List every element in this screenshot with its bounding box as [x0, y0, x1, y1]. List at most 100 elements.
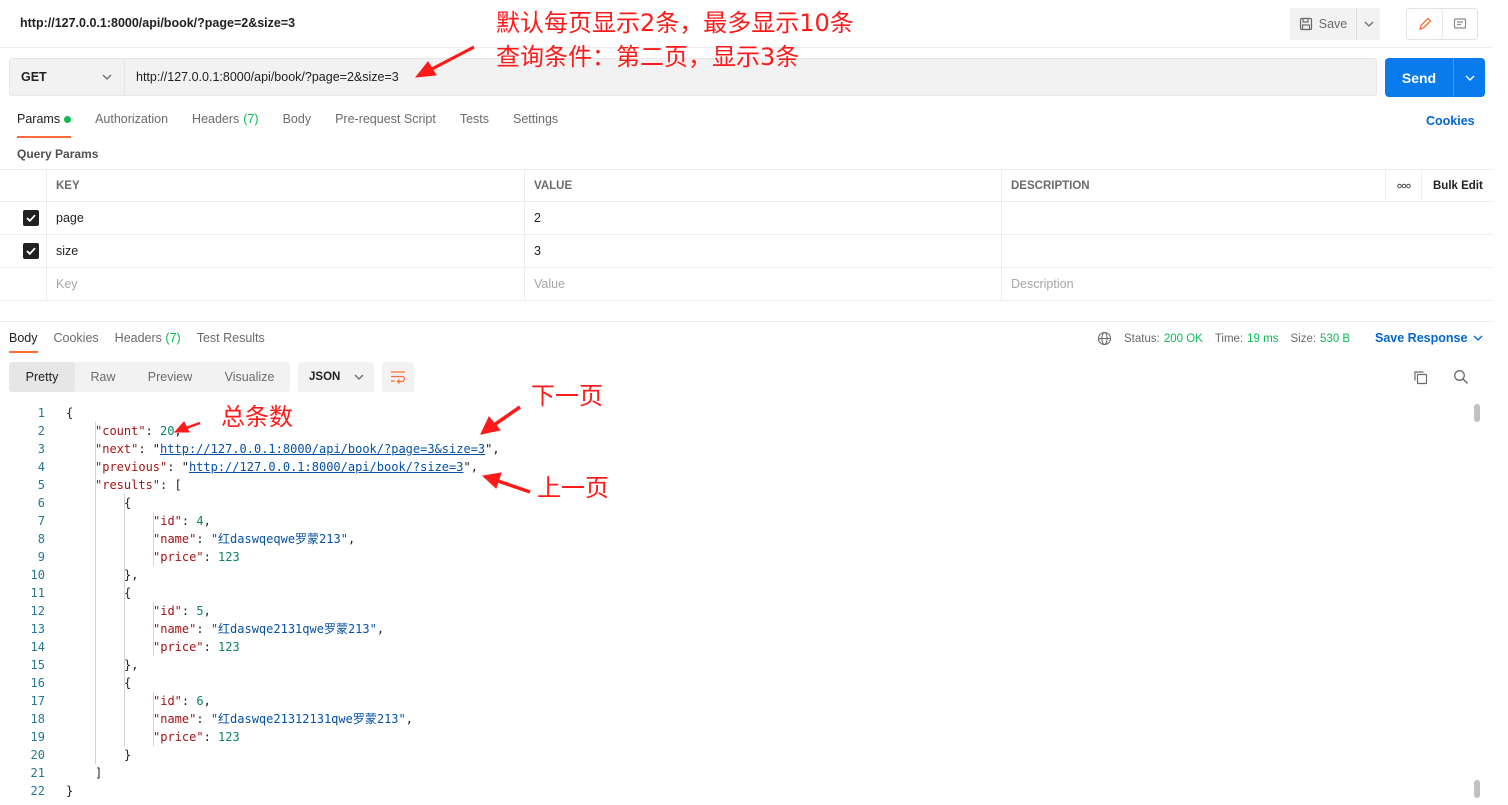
wrap-lines-button[interactable] [382, 362, 414, 392]
comment-icon [1453, 18, 1466, 29]
view-mode-toggle [1406, 8, 1478, 40]
response-tabs: Body Cookies Headers (7) Test Results [9, 331, 281, 353]
save-response-button[interactable]: Save Response [1375, 331, 1483, 345]
code-text: { [124, 586, 132, 600]
request-tabs: Params Authorization Headers (7) Body Pre… [17, 112, 582, 138]
method-select[interactable]: GET [9, 58, 125, 96]
code-text: "name": "红daswqeqwe罗蒙213", [153, 532, 356, 546]
param-description-cell[interactable] [1001, 202, 1385, 234]
new-key-input[interactable]: Key [46, 268, 524, 300]
row-checkbox-cell [0, 268, 46, 300]
param-key-cell[interactable]: size [46, 235, 524, 267]
chevron-down-icon [354, 374, 364, 380]
url-text: http://127.0.0.1:8000/api/book/?page=2&s… [136, 70, 399, 84]
new-value-input[interactable]: Value [524, 268, 1001, 300]
search-icon[interactable] [1453, 369, 1469, 390]
scrollbar-thumb-top[interactable] [1474, 404, 1480, 422]
format-select[interactable]: JSON [298, 362, 374, 392]
indent-guide [153, 602, 154, 656]
save-options-button[interactable] [1356, 8, 1380, 40]
response-status-bar: Status: 200 OK Time: 19 ms Size: 530 B [1097, 331, 1358, 346]
table-row: page 2 [0, 202, 1493, 235]
param-value-cell[interactable]: 3 [524, 235, 1001, 267]
query-params-title: Query Params [17, 147, 99, 161]
annotation-query-condition: 查询条件：第二页，显示3条 [496, 43, 800, 71]
line-number: 11 [30, 586, 45, 600]
response-scrollbar[interactable] [1474, 404, 1481, 804]
annotation-total-count: 总条数 [221, 403, 293, 431]
pane-divider[interactable] [0, 321, 1493, 322]
request-title[interactable]: http://127.0.0.1:8000/api/book/?page=2&s… [20, 16, 295, 30]
header-checkbox-cell [0, 170, 46, 202]
column-header-value: VALUE [524, 170, 1001, 202]
indent-guide [95, 422, 96, 764]
method-label: GET [21, 70, 47, 84]
send-label: Send [1401, 69, 1437, 86]
comments-mode-button[interactable] [1442, 9, 1477, 39]
save-button[interactable]: Save [1290, 8, 1356, 40]
edit-mode-button[interactable] [1407, 9, 1442, 39]
line-number: 7 [37, 514, 45, 528]
line-number: 21 [30, 766, 45, 780]
tab-body[interactable]: Body [283, 112, 312, 138]
send-options-button[interactable] [1453, 58, 1485, 97]
tab-pre-request-script[interactable]: Pre-request Script [335, 112, 436, 138]
chevron-down-icon [1465, 75, 1474, 81]
check-icon [26, 247, 36, 255]
params-active-dot [64, 116, 72, 123]
table-header-row: KEY VALUE DESCRIPTION Bulk Edit [0, 169, 1493, 202]
new-description-input[interactable]: Description [1001, 268, 1385, 300]
chevron-down-icon [1473, 335, 1483, 341]
tab-settings[interactable]: Settings [513, 112, 558, 138]
tab-headers[interactable]: Headers (7) [192, 112, 259, 138]
send-button[interactable]: Send [1385, 58, 1485, 97]
line-number: 4 [37, 460, 45, 474]
tab-authorization[interactable]: Authorization [95, 112, 168, 138]
param-checkbox[interactable] [23, 243, 39, 259]
view-raw[interactable]: Raw [75, 362, 131, 392]
scrollbar-thumb-bottom[interactable] [1474, 780, 1480, 798]
line-number: 5 [37, 478, 45, 492]
query-params-table: KEY VALUE DESCRIPTION Bulk Edit page 2 s… [0, 169, 1493, 301]
tab-test-results[interactable]: Test Results [197, 331, 265, 353]
annotation-previous-page: 上一页 [537, 474, 609, 502]
tab-response-cookies[interactable]: Cookies [54, 331, 99, 353]
view-pretty[interactable]: Pretty [9, 362, 75, 392]
indent-guide [124, 494, 125, 746]
line-number: 14 [30, 640, 45, 654]
cookies-link[interactable]: Cookies [1426, 114, 1475, 128]
line-number: 6 [37, 496, 45, 510]
tab-tests[interactable]: Tests [460, 112, 489, 138]
tab-response-body[interactable]: Body [9, 331, 38, 353]
annotation-default-page-size: 默认每页显示2条，最多显示10条 [496, 9, 854, 37]
code-text: } [66, 784, 74, 798]
status-label: Status: [1124, 332, 1160, 345]
code-text: { [124, 676, 132, 690]
line-number: 2 [37, 424, 45, 438]
param-value-cell[interactable]: 2 [524, 202, 1001, 234]
line-number: 3 [37, 442, 45, 456]
code-text: }, [124, 568, 139, 582]
param-key-cell[interactable]: page [46, 202, 524, 234]
line-number: 12 [30, 604, 45, 618]
view-visualize[interactable]: Visualize [209, 362, 290, 392]
code-text: { [124, 496, 132, 510]
globe-icon[interactable] [1097, 331, 1112, 346]
code-text: "price": 123 [153, 730, 240, 744]
time-value: 19 ms [1247, 332, 1279, 345]
param-checkbox[interactable] [23, 210, 39, 226]
line-number: 22 [30, 784, 45, 798]
tab-response-headers[interactable]: Headers (7) [115, 331, 181, 353]
annotation-next-page: 下一页 [531, 382, 603, 410]
line-number: 15 [30, 658, 45, 672]
save-label: Save [1318, 17, 1348, 31]
code-text: "name": "红daswqe21312131qwe罗蒙213", [153, 712, 413, 726]
more-options-button[interactable] [1385, 170, 1421, 202]
indent-guide [153, 692, 154, 746]
pencil-icon [1418, 17, 1431, 30]
param-description-cell[interactable] [1001, 235, 1385, 267]
bulk-edit-button[interactable]: Bulk Edit [1421, 170, 1493, 202]
tab-params[interactable]: Params [17, 112, 72, 138]
copy-icon[interactable] [1413, 370, 1428, 390]
view-preview[interactable]: Preview [131, 362, 209, 392]
